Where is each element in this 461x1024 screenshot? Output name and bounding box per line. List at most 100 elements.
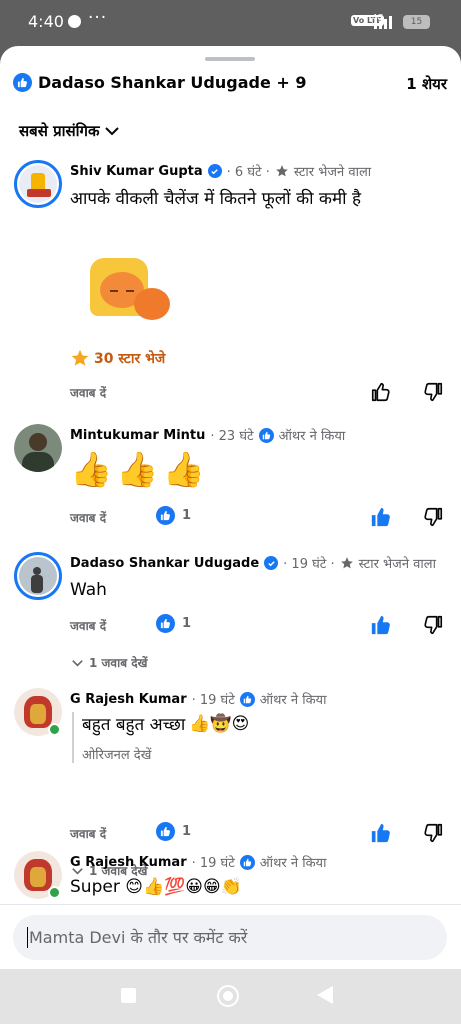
star-sender-badge: स्टार भेजने वाला <box>293 165 372 180</box>
sort-label: सबसे प्रासंगिक <box>19 122 100 140</box>
online-status-indicator <box>48 886 61 899</box>
star-sender-badge: स्टार भेजने वाला <box>358 557 436 572</box>
reply-button[interactable]: जवाब दें <box>70 825 106 842</box>
reply-button[interactable]: जवाब दें <box>70 509 106 526</box>
star-icon <box>71 349 89 366</box>
comment-input[interactable] <box>29 915 429 960</box>
like-reaction-icon <box>239 854 255 870</box>
author-liked-badge: ऑथर ने किया <box>259 856 327 871</box>
sort-dropdown[interactable]: सबसे प्रासंगिक <box>19 121 120 141</box>
commenter-name[interactable]: Mintukumar Mintu <box>70 428 205 443</box>
share-count[interactable]: 1 शेयर <box>406 74 447 94</box>
avatar[interactable] <box>14 160 62 208</box>
more-notifications-icon: ··· <box>88 8 108 28</box>
thumbs-down-outline-icon <box>424 382 443 402</box>
commenter-name[interactable]: Shiv Kumar Gupta <box>70 164 203 179</box>
comment-text: आपके वीकली चैलेंज में कितने फूलों की कमी… <box>70 189 361 209</box>
comment-time: · 19 घंटे <box>191 693 235 708</box>
commenter-name[interactable]: G Rajesh Kumar <box>70 692 187 707</box>
author-liked-badge: ऑथर ने किया <box>259 693 327 708</box>
stars-label: 30 स्टार भेजे <box>94 350 166 367</box>
commenter-name[interactable]: Dadaso Shankar Udugade <box>70 556 259 571</box>
author-liked-badge: ऑथर ने किया <box>278 429 346 444</box>
comment-emoji: 😊👍💯😀😁👏 <box>125 877 242 897</box>
reply-button[interactable]: जवाब दें <box>70 617 106 634</box>
dislike-button[interactable] <box>422 381 444 407</box>
commenter-name[interactable]: G Rajesh Kumar <box>70 855 187 870</box>
thumbs-up-filled-icon <box>371 507 390 527</box>
cat-in-bread-sticker <box>88 254 174 324</box>
like-reaction-icon <box>239 691 255 707</box>
like-count-number: 1 <box>182 508 192 523</box>
like-count[interactable]: 1 <box>156 614 191 633</box>
status-bar: 4:40 ··· Vo LTE 4G 15 <box>0 0 461 46</box>
like-reaction-icon <box>156 614 175 633</box>
comment-text: Wah <box>70 580 107 600</box>
comment-meta: Shiv Kumar Gupta · 6 घंटे · स्टार भेजने … <box>70 162 372 181</box>
like-count[interactable]: 1 <box>156 506 191 525</box>
online-status-indicator <box>48 723 61 736</box>
reactions-label: Dadaso Shankar Udugade + 9 <box>38 73 307 92</box>
verified-icon <box>264 556 279 570</box>
reply-button[interactable]: जवाब दें <box>70 384 106 401</box>
comment-time: · 23 घंटे <box>210 429 254 444</box>
thumbs-down-outline-icon <box>424 823 443 843</box>
dislike-button[interactable] <box>422 506 444 532</box>
like-count-number: 1 <box>182 616 192 631</box>
thumbs-up-filled-icon <box>371 823 390 843</box>
like-reaction-icon <box>156 822 175 841</box>
comment-actions: जवाब दें 1 <box>70 614 448 638</box>
like-button[interactable] <box>370 381 392 407</box>
star-icon <box>340 557 353 569</box>
comment-time: · 6 घंटे · <box>226 165 270 180</box>
comment-time: · 19 घंटे <box>191 856 235 871</box>
like-count-number: 1 <box>182 824 192 839</box>
home-button[interactable] <box>217 985 239 1007</box>
stars-sent: 30 स्टार भेजे <box>70 348 165 368</box>
comments-sheet: Dadaso Shankar Udugade + 9 1 शेयर सबसे प… <box>0 46 461 969</box>
sheet-drag-handle[interactable] <box>205 57 255 61</box>
comment-input-box[interactable] <box>13 915 447 960</box>
thumbs-down-outline-icon <box>424 615 443 635</box>
recents-button[interactable] <box>121 988 136 1003</box>
facebook-notification-icon <box>68 15 81 28</box>
see-original-link[interactable]: ओरिजनल देखें <box>82 745 249 763</box>
thumbs-up-outline-icon <box>371 382 390 402</box>
like-button[interactable] <box>370 822 392 848</box>
status-time: 4:40 <box>28 12 64 31</box>
reactions-summary[interactable]: Dadaso Shankar Udugade + 9 <box>13 73 306 92</box>
like-button[interactable] <box>370 614 392 640</box>
dislike-button[interactable] <box>422 822 444 848</box>
comment-actions: जवाब दें 1 <box>70 506 448 530</box>
verified-icon <box>207 164 222 178</box>
chevron-down-icon <box>72 659 83 666</box>
avatar[interactable] <box>14 424 62 472</box>
like-reaction-icon <box>156 506 175 525</box>
comment-composer-bar <box>0 904 461 969</box>
dislike-button[interactable] <box>422 614 444 640</box>
back-button[interactable] <box>317 986 333 1004</box>
comment-text: Super <box>70 877 120 897</box>
view-replies-button[interactable]: 1 जवाब देखें <box>72 654 147 671</box>
chevron-down-icon <box>105 127 120 136</box>
comment-emoji: 👍🤠😍 <box>189 713 250 734</box>
comment-text: बहुत बहुत अच्छा <box>82 715 186 735</box>
translated-comment: बहुत बहुत अच्छा 👍🤠😍 ओरिजनल देखें <box>72 712 249 763</box>
like-reaction-icon <box>258 427 274 443</box>
comment-text-row: Super 😊👍💯😀😁👏 <box>70 877 242 897</box>
comment-meta: Mintukumar Mintu · 23 घंटे ऑथर ने किया <box>70 426 345 444</box>
system-navigation-bar <box>0 969 461 1024</box>
comment-meta: G Rajesh Kumar · 19 घंटे ऑथर ने किया <box>70 690 326 708</box>
comment-actions: जवाब दें 1 <box>70 822 448 846</box>
battery-icon: 15 <box>403 15 430 29</box>
view-replies-label: 1 जवाब देखें <box>89 656 148 670</box>
comment-meta: G Rajesh Kumar · 19 घंटे ऑथर ने किया <box>70 853 326 871</box>
comment-actions: जवाब दें <box>70 381 448 405</box>
avatar[interactable] <box>14 552 62 600</box>
thumbs-up-filled-icon <box>371 615 390 635</box>
comment-text-row: बहुत बहुत अच्छा 👍🤠😍 <box>82 712 250 736</box>
like-button[interactable] <box>370 506 392 532</box>
thumbs-down-outline-icon <box>424 507 443 527</box>
like-count[interactable]: 1 <box>156 822 191 841</box>
text-cursor <box>27 927 28 948</box>
